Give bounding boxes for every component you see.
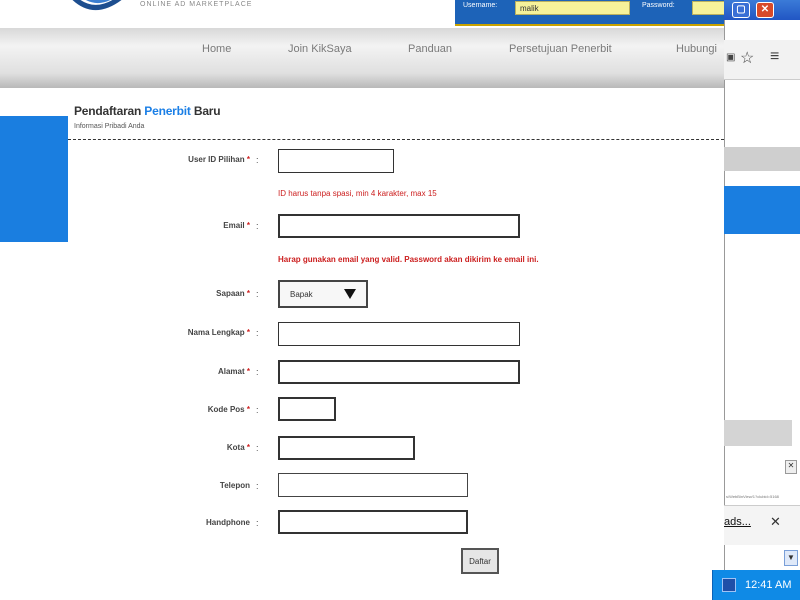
star-icon[interactable]: ☆ bbox=[740, 48, 754, 68]
window-titlebar: ▢ ✕ bbox=[724, 0, 800, 20]
userid-input[interactable] bbox=[278, 149, 394, 173]
background-grey-band bbox=[724, 147, 800, 171]
page-title: Pendaftaran Penerbit Baru bbox=[74, 104, 221, 118]
email-label: Email * bbox=[223, 221, 250, 230]
userid-hint: ID harus tanpa spasi, min 4 karakter, ma… bbox=[278, 189, 437, 198]
telepon-label: Telepon bbox=[219, 481, 250, 490]
sapaan-colon: : bbox=[256, 289, 259, 299]
kodepos-input[interactable] bbox=[278, 397, 336, 421]
nav-panduan[interactable]: Panduan bbox=[408, 43, 452, 55]
close-small-icon[interactable]: ✕ bbox=[785, 460, 797, 474]
nav-join[interactable]: Join KikSaya bbox=[288, 43, 352, 55]
username-input[interactable] bbox=[515, 1, 630, 15]
page-subtitle: Informasi Pribadi Anda bbox=[74, 123, 145, 130]
background-grey-band-lower bbox=[724, 420, 792, 446]
telepon-colon: : bbox=[256, 481, 259, 491]
divider bbox=[68, 139, 724, 140]
left-accent-block bbox=[0, 116, 68, 242]
logo-strip: ONLINE AD MARKETPLACE bbox=[0, 0, 455, 28]
logo-text: ONLINE AD MARKETPLACE bbox=[140, 1, 253, 8]
kota-input[interactable] bbox=[278, 436, 415, 460]
kodepos-label: Kode Pos * bbox=[207, 405, 250, 414]
download-item[interactable]: ads... bbox=[724, 516, 751, 528]
login-bar: Username: Password: bbox=[455, 0, 732, 26]
download-close-icon[interactable]: ✕ bbox=[770, 514, 781, 530]
main-nav: Home Join KikSaya Panduan Persetujuan Pe… bbox=[0, 28, 724, 88]
scroll-down-icon[interactable]: ▼ bbox=[784, 550, 798, 566]
maximize-button[interactable]: ▢ bbox=[732, 2, 750, 18]
browser-toolbar: ▣ ☆ ≡ bbox=[724, 40, 800, 80]
window-close-button[interactable]: ✕ bbox=[756, 2, 774, 18]
userid-label: User ID Pilihan * bbox=[188, 155, 250, 164]
email-hint: Harap gunakan email yang valid. Password… bbox=[278, 255, 539, 264]
nama-colon: : bbox=[256, 328, 259, 338]
dropdown-arrow-icon bbox=[344, 289, 356, 299]
handphone-colon: : bbox=[256, 518, 259, 528]
password-label: Password: bbox=[642, 2, 675, 9]
userid-colon: : bbox=[256, 155, 259, 165]
nav-home[interactable]: Home bbox=[202, 43, 231, 55]
kota-label: Kota * bbox=[226, 443, 250, 452]
taskbar-clock: 12:41 AM bbox=[745, 579, 792, 591]
telepon-input[interactable] bbox=[278, 473, 468, 497]
kota-colon: : bbox=[256, 443, 259, 453]
sapaan-label: Sapaan * bbox=[216, 289, 250, 298]
username-label: Username: bbox=[463, 2, 498, 9]
alamat-colon: : bbox=[256, 367, 259, 377]
daftar-button[interactable]: Daftar bbox=[461, 548, 499, 574]
alamat-input[interactable] bbox=[278, 360, 520, 384]
handphone-input[interactable] bbox=[278, 510, 468, 534]
extension-icon[interactable]: ▣ bbox=[726, 52, 735, 63]
sapaan-select[interactable]: Bapak bbox=[278, 280, 368, 308]
email-input[interactable] bbox=[278, 214, 520, 238]
status-url: s/WebBinView/1?clubid=5168 bbox=[726, 494, 779, 499]
handphone-label: Handphone bbox=[206, 518, 250, 527]
alamat-label: Alamat * bbox=[217, 367, 250, 376]
email-colon: : bbox=[256, 221, 259, 231]
logo-icon bbox=[72, 0, 122, 10]
nav-hubungi[interactable]: Hubungi bbox=[676, 43, 717, 55]
nama-input[interactable] bbox=[278, 322, 520, 346]
menu-icon[interactable]: ≡ bbox=[770, 48, 779, 66]
sapaan-value: Bapak bbox=[290, 290, 313, 299]
tray-app-icon[interactable] bbox=[722, 578, 736, 592]
kodepos-colon: : bbox=[256, 405, 259, 415]
nav-persetujuan[interactable]: Persetujuan Penerbit bbox=[509, 43, 612, 55]
nama-label: Nama Lengkap * bbox=[187, 328, 250, 337]
background-blue-band bbox=[724, 186, 800, 234]
